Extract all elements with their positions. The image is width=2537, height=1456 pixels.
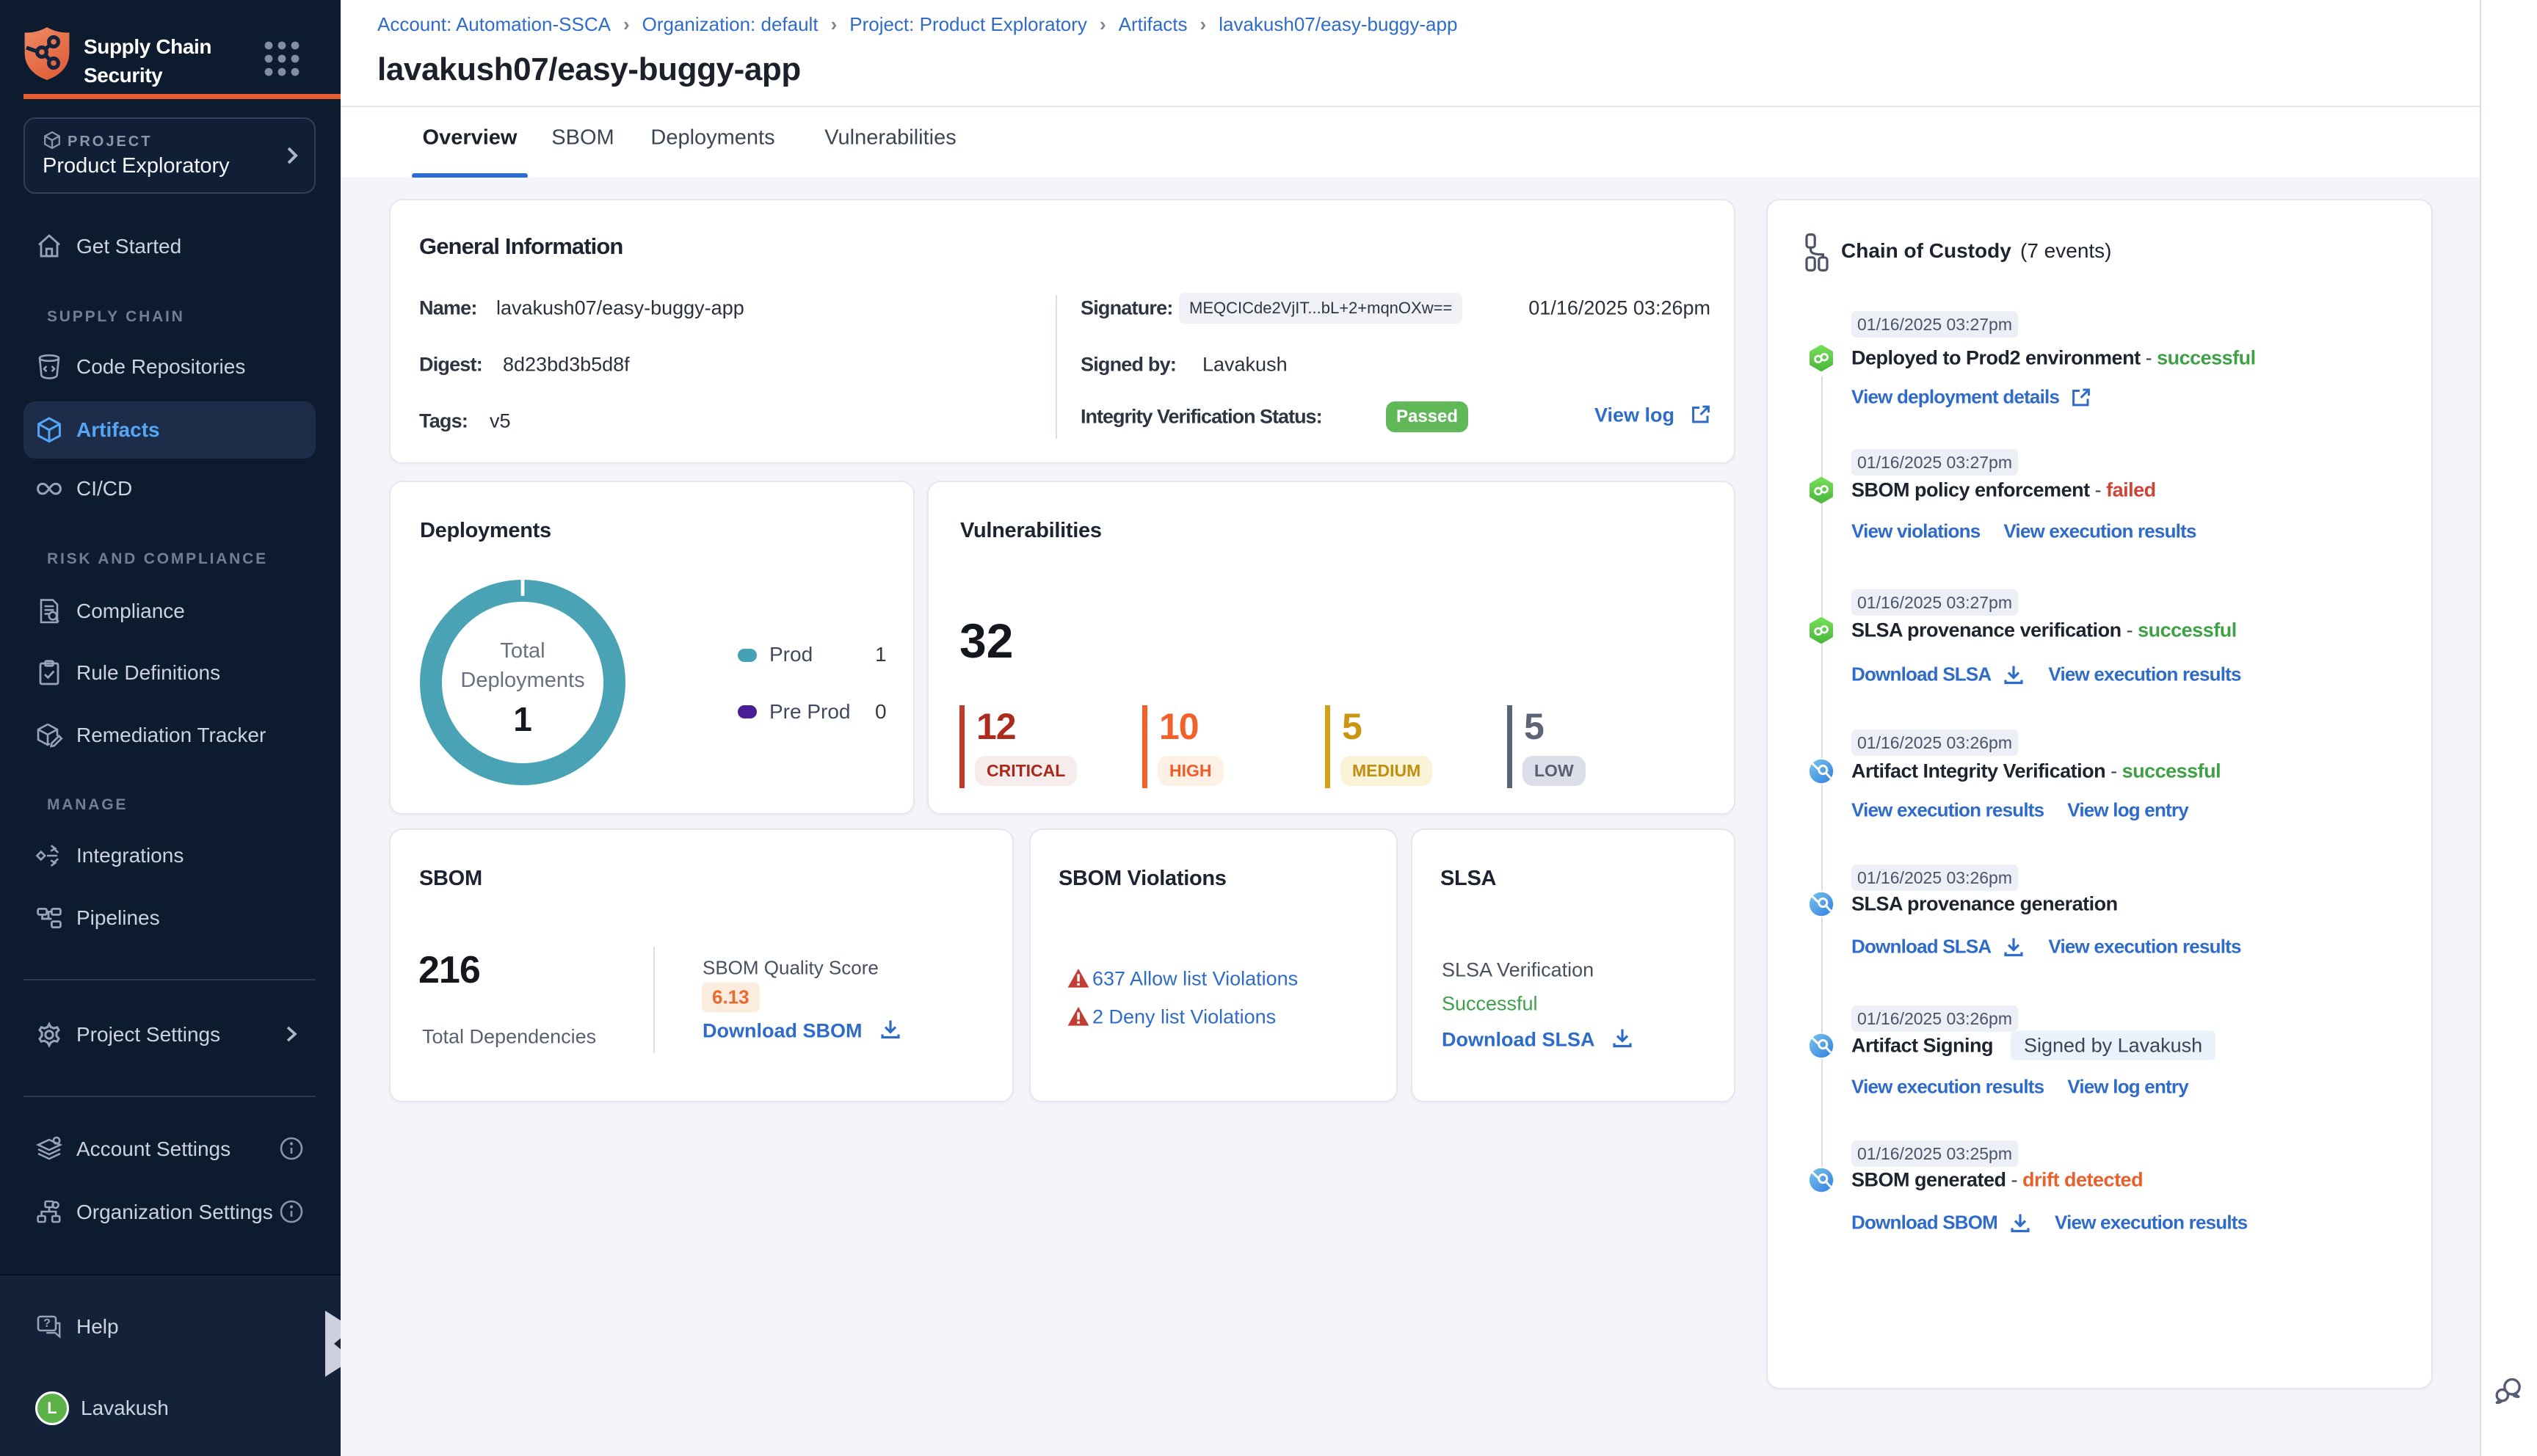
- svg-text:?: ?: [43, 1317, 51, 1330]
